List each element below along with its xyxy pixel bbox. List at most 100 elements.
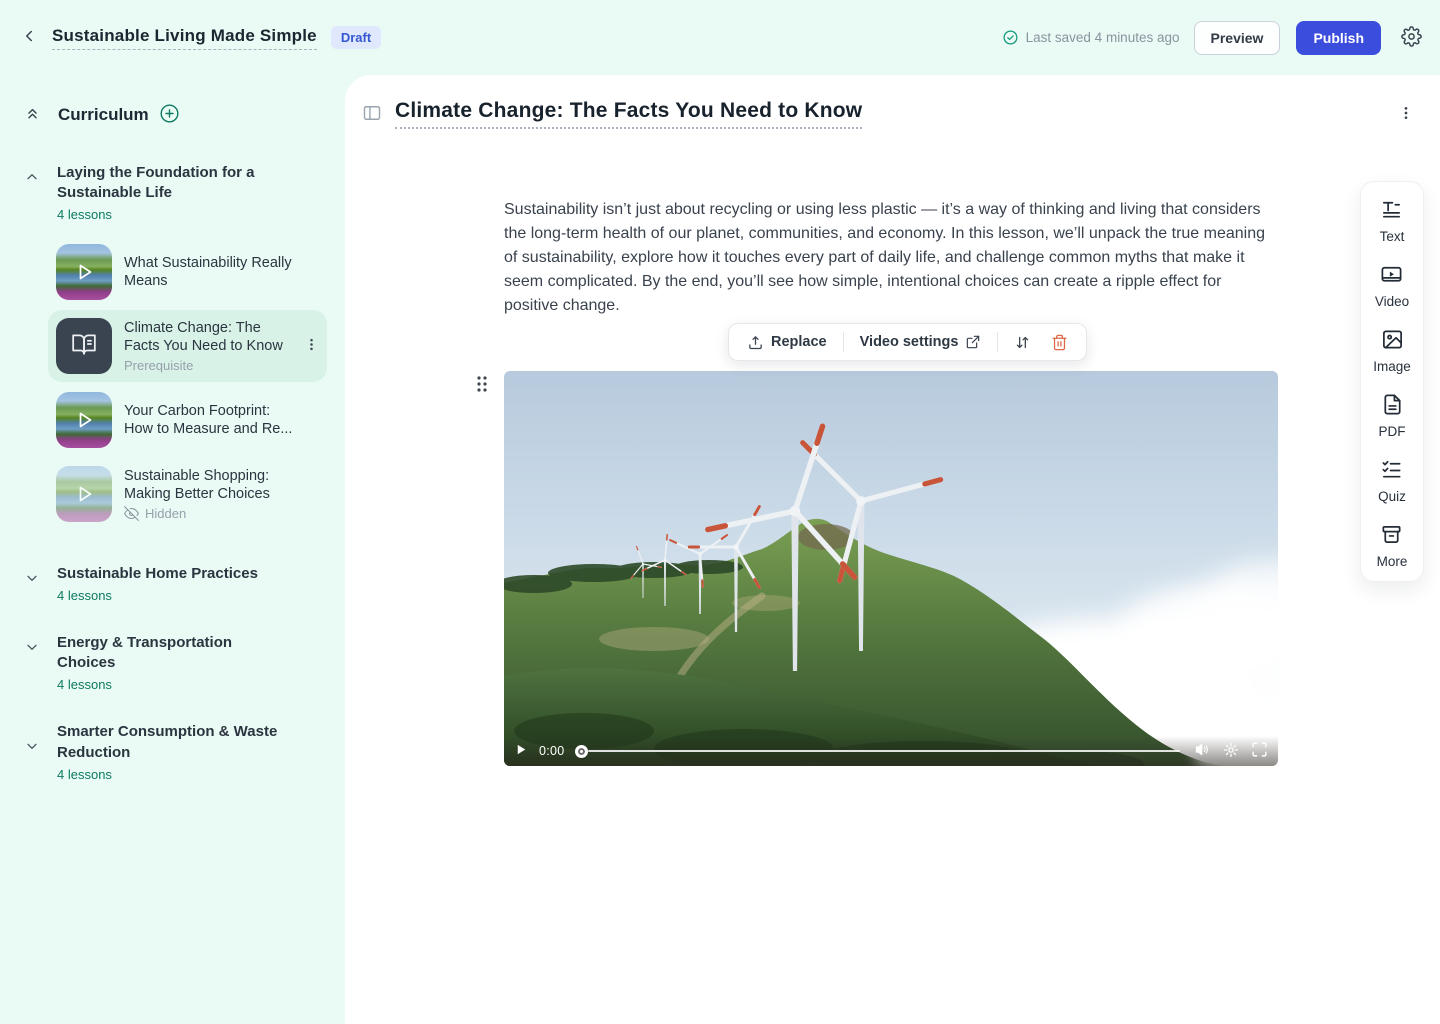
- course-editor-app: Sustainable Living Made Simple Draft Las…: [0, 0, 1440, 1024]
- fullscreen-icon: [1251, 741, 1268, 761]
- hidden-label: Hidden: [145, 506, 186, 521]
- volume-button[interactable]: [1194, 741, 1211, 761]
- header-actions: Last saved 4 minutes ago Preview Publish: [1002, 21, 1422, 55]
- video-controls: 0:00: [504, 736, 1278, 766]
- section-title: Sustainable Home Practices: [57, 564, 258, 584]
- insert-image-button[interactable]: Image: [1373, 328, 1411, 374]
- save-status: Last saved 4 minutes ago: [1002, 29, 1180, 46]
- insert-quiz-label: Quiz: [1378, 489, 1406, 504]
- insert-more-button[interactable]: More: [1377, 523, 1408, 569]
- kebab-icon: [304, 337, 319, 355]
- status-badge: Draft: [331, 26, 381, 49]
- fullscreen-button[interactable]: [1251, 741, 1268, 761]
- lesson-video-thumbnail: [56, 244, 112, 300]
- insert-block-toolbar: Text Video Image PDF Quiz: [1360, 181, 1424, 582]
- lesson-video-thumbnail: [56, 392, 112, 448]
- lesson-subtitle: Prerequisite: [124, 358, 296, 373]
- insert-text-label: Text: [1380, 229, 1405, 244]
- add-section-button[interactable]: [159, 103, 180, 127]
- chevron-down-icon[interactable]: [24, 639, 40, 660]
- section-header[interactable]: Energy & Transportation Choices 4 lesson…: [0, 633, 345, 692]
- section-lesson-count: 4 lessons: [57, 677, 292, 692]
- lesson-item[interactable]: What Sustainability Really Means: [48, 236, 327, 308]
- replace-label: Replace: [771, 334, 827, 350]
- insert-video-button[interactable]: Video: [1375, 263, 1409, 309]
- pdf-file-icon: [1381, 393, 1404, 419]
- curriculum-header: Curriculum: [24, 103, 325, 127]
- toolbar-divider: [997, 332, 998, 352]
- section-lesson-count: 4 lessons: [57, 588, 258, 603]
- kebab-icon: [1398, 105, 1414, 124]
- video-settings-label: Video settings: [860, 334, 959, 350]
- lesson-page-title[interactable]: Climate Change: The Facts You Need to Kn…: [395, 99, 862, 129]
- play-icon: [56, 244, 112, 300]
- plus-circle-icon: [159, 103, 180, 127]
- settings-button[interactable]: [1401, 26, 1422, 50]
- insert-pdf-button[interactable]: PDF: [1379, 393, 1406, 439]
- section-header[interactable]: Smarter Consumption & Waste Reduction 4 …: [0, 722, 345, 781]
- lesson-text-block[interactable]: Sustainability isn’t just about recyclin…: [504, 198, 1279, 318]
- section-title: Laying the Foundation for a Sustainable …: [57, 163, 292, 203]
- section-lesson-count: 4 lessons: [57, 207, 292, 222]
- replace-button[interactable]: Replace: [739, 328, 835, 357]
- lesson-title: Your Carbon Footprint: How to Measure an…: [124, 402, 296, 439]
- chevron-up-icon[interactable]: [24, 169, 40, 190]
- more-blocks-icon: [1380, 523, 1403, 549]
- chevron-down-icon[interactable]: [24, 570, 40, 591]
- text-block-icon: [1380, 198, 1403, 224]
- top-header: Sustainable Living Made Simple Draft Las…: [0, 0, 1440, 75]
- section-header[interactable]: Laying the Foundation for a Sustainable …: [0, 163, 345, 222]
- lesson-title-row: Climate Change: The Facts You Need to Kn…: [362, 99, 1414, 129]
- insert-image-label: Image: [1373, 359, 1411, 374]
- lesson-list: What Sustainability Really Means Climate…: [48, 236, 327, 530]
- volume-icon: [1194, 741, 1211, 761]
- quiz-checklist-icon: [1380, 458, 1403, 484]
- collapse-all-button[interactable]: [24, 105, 41, 125]
- curriculum-heading: Curriculum: [58, 105, 149, 125]
- insert-text-button[interactable]: Text: [1380, 198, 1405, 244]
- chevron-down-icon[interactable]: [24, 738, 40, 759]
- chevron-left-icon: [20, 27, 38, 48]
- lesson-item[interactable]: Your Carbon Footprint: How to Measure an…: [48, 384, 327, 456]
- video-settings-button[interactable]: Video settings: [852, 328, 990, 356]
- panel-left-icon: [362, 103, 382, 126]
- lesson-doc-thumbnail: [56, 318, 112, 374]
- upload-icon: [747, 334, 764, 351]
- back-button[interactable]: [20, 27, 38, 48]
- play-button[interactable]: [514, 742, 529, 760]
- lesson-options-button[interactable]: [1398, 105, 1414, 124]
- video-block[interactable]: 0:00: [504, 371, 1278, 766]
- scrubber-knob[interactable]: [575, 745, 588, 758]
- lesson-title: Climate Change: The Facts You Need to Kn…: [124, 319, 296, 356]
- gear-icon: [1223, 742, 1239, 761]
- course-title[interactable]: Sustainable Living Made Simple: [52, 26, 317, 50]
- section-title: Energy & Transportation Choices: [57, 633, 292, 673]
- external-link-icon: [965, 334, 981, 350]
- drag-dots-icon: [475, 374, 489, 397]
- preview-button[interactable]: Preview: [1194, 21, 1281, 55]
- play-icon: [56, 466, 112, 522]
- insert-quiz-button[interactable]: Quiz: [1378, 458, 1406, 504]
- lesson-item-selected[interactable]: Climate Change: The Facts You Need to Kn…: [48, 310, 327, 382]
- reorder-button[interactable]: [1006, 328, 1039, 357]
- player-settings-button[interactable]: [1223, 742, 1239, 761]
- curriculum-section: Sustainable Home Practices 4 lessons: [0, 564, 345, 603]
- lesson-video-thumbnail: [56, 466, 112, 522]
- lesson-item-hidden[interactable]: Sustainable Shopping: Making Better Choi…: [48, 458, 327, 530]
- section-header[interactable]: Sustainable Home Practices 4 lessons: [0, 564, 345, 603]
- lesson-menu-button[interactable]: [304, 337, 319, 355]
- gear-icon: [1401, 26, 1422, 50]
- sidebar-toggle-button[interactable]: [362, 103, 382, 126]
- video-block-icon: [1380, 263, 1403, 289]
- insert-video-label: Video: [1375, 294, 1409, 309]
- delete-block-button[interactable]: [1043, 328, 1076, 357]
- publish-button[interactable]: Publish: [1296, 21, 1381, 55]
- section-title: Smarter Consumption & Waste Reduction: [57, 722, 292, 762]
- progress-track[interactable]: [588, 750, 1180, 752]
- block-drag-handle[interactable]: [475, 374, 489, 397]
- lesson-title: What Sustainability Really Means: [124, 254, 296, 291]
- video-block-toolbar: Replace Video settings: [728, 323, 1087, 361]
- lesson-editor-panel: Climate Change: The Facts You Need to Kn…: [345, 75, 1440, 1024]
- lesson-title: Sustainable Shopping: Making Better Choi…: [124, 467, 296, 504]
- section-lesson-count: 4 lessons: [57, 767, 292, 782]
